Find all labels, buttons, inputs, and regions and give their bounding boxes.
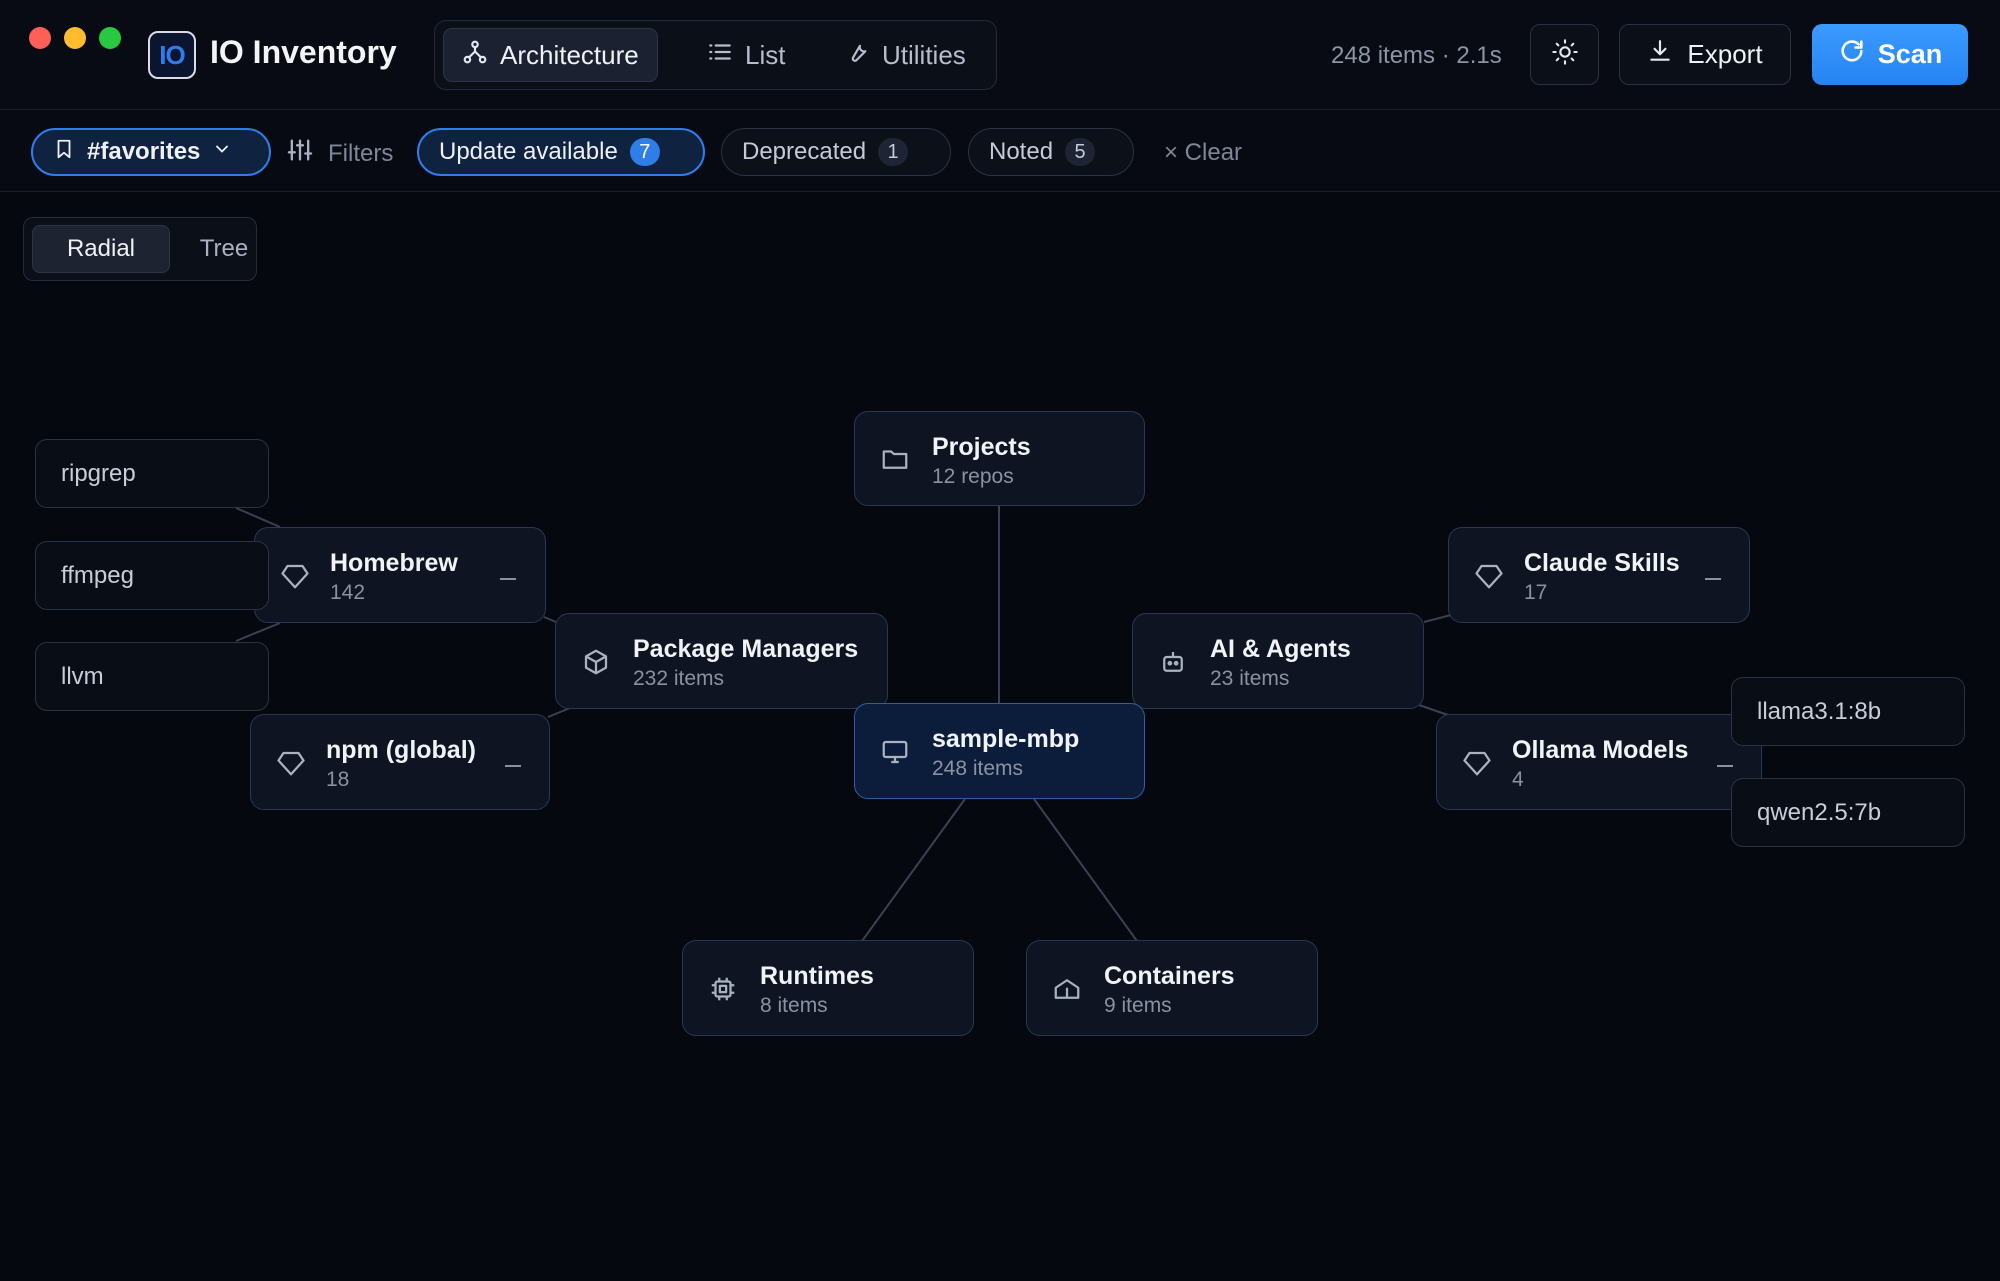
- node-ai-agents[interactable]: AI & Agents 23 items: [1132, 613, 1424, 709]
- leaf-ripgrep-label: ripgrep: [61, 459, 136, 487]
- gem-icon: [1474, 561, 1504, 591]
- graph-edges: [235, 506, 1760, 942]
- node-homebrew[interactable]: Homebrew 142: [254, 527, 546, 623]
- node-sample-mbp-name: sample-mbp: [932, 725, 1080, 753]
- node-projects[interactable]: Projects 12 repos: [854, 411, 1145, 506]
- node-homebrew-name: Homebrew: [330, 549, 458, 577]
- edge-pm-homebrew: [543, 616, 557, 623]
- node-npm-name: npm (global): [326, 736, 476, 764]
- node-claude-skills-name: Claude Skills: [1524, 549, 1680, 577]
- leaf-llvm-label: llvm: [61, 662, 104, 690]
- collapse-homebrew-button[interactable]: [500, 578, 516, 580]
- edge-pm-npm: [547, 707, 571, 718]
- leaf-llama-label: llama3.1:8b: [1757, 697, 1882, 725]
- leaf-qwen[interactable]: qwen2.5:7b: [1731, 778, 1965, 847]
- gem-icon: [280, 561, 310, 591]
- leaf-ffmpeg-label: ffmpeg: [61, 561, 134, 589]
- leaf-llvm[interactable]: llvm: [35, 642, 269, 711]
- node-npm-global[interactable]: npm (global) 18: [250, 714, 550, 810]
- node-claude-skills-sub: 17: [1524, 581, 1548, 604]
- gem-icon: [276, 748, 306, 778]
- edge-homebrew-ripgrep: [235, 507, 281, 528]
- node-runtimes-sub: 8 items: [760, 994, 828, 1017]
- edge-ai-ollama: [1418, 704, 1449, 716]
- leaf-ripgrep[interactable]: ripgrep: [35, 439, 269, 508]
- robot-icon: [1158, 647, 1188, 677]
- node-runtimes-name: Runtimes: [760, 962, 874, 990]
- node-ai-agents-name: AI & Agents: [1210, 635, 1351, 663]
- gem-icon: [1462, 748, 1492, 778]
- monitor-icon: [880, 737, 910, 767]
- layout-radial-button[interactable]: Radial: [32, 225, 170, 273]
- node-ai-agents-sub: 23 items: [1210, 667, 1290, 690]
- folder-icon: [880, 444, 910, 474]
- node-projects-sub: 12 repos: [932, 465, 1014, 488]
- edge-center-runtimes: [861, 798, 966, 942]
- container-icon: [1052, 974, 1082, 1004]
- node-containers-name: Containers: [1104, 962, 1235, 990]
- collapse-npm-button[interactable]: [505, 765, 521, 767]
- node-ollama-sub: 4: [1512, 768, 1524, 791]
- leaf-qwen-label: qwen2.5:7b: [1757, 798, 1882, 826]
- layout-tree-button[interactable]: Tree: [176, 225, 272, 273]
- node-sample-mbp[interactable]: sample-mbp 248 items: [854, 703, 1145, 799]
- node-claude-skills[interactable]: Claude Skills 17: [1448, 527, 1750, 623]
- node-containers-sub: 9 items: [1104, 994, 1172, 1017]
- box-icon: [581, 647, 611, 677]
- node-projects-name: Projects: [932, 433, 1031, 461]
- leaf-ffmpeg[interactable]: ffmpeg: [35, 541, 269, 610]
- collapse-claude-skills-button[interactable]: [1705, 578, 1721, 580]
- node-ollama-name: Ollama Models: [1512, 736, 1689, 764]
- chip-icon: [708, 974, 738, 1004]
- node-sample-mbp-sub: 248 items: [932, 757, 1024, 780]
- edge-homebrew-llvm: [235, 622, 281, 642]
- edge-center-containers: [1033, 798, 1138, 942]
- node-package-managers-sub: 232 items: [633, 667, 725, 690]
- node-containers[interactable]: Containers 9 items: [1026, 940, 1318, 1036]
- node-package-managers[interactable]: Package Managers 232 items: [555, 613, 888, 709]
- node-ollama-models[interactable]: Ollama Models 4: [1436, 714, 1762, 810]
- node-package-managers-name: Package Managers: [633, 635, 859, 663]
- node-runtimes[interactable]: Runtimes 8 items: [682, 940, 974, 1036]
- node-npm-sub: 18: [326, 768, 350, 791]
- edge-ai-claude: [1423, 614, 1452, 623]
- collapse-ollama-button[interactable]: [1717, 765, 1733, 767]
- node-homebrew-sub: 142: [330, 581, 366, 604]
- leaf-llama[interactable]: llama3.1:8b: [1731, 677, 1965, 746]
- layout-toggle: Radial Tree: [23, 217, 257, 281]
